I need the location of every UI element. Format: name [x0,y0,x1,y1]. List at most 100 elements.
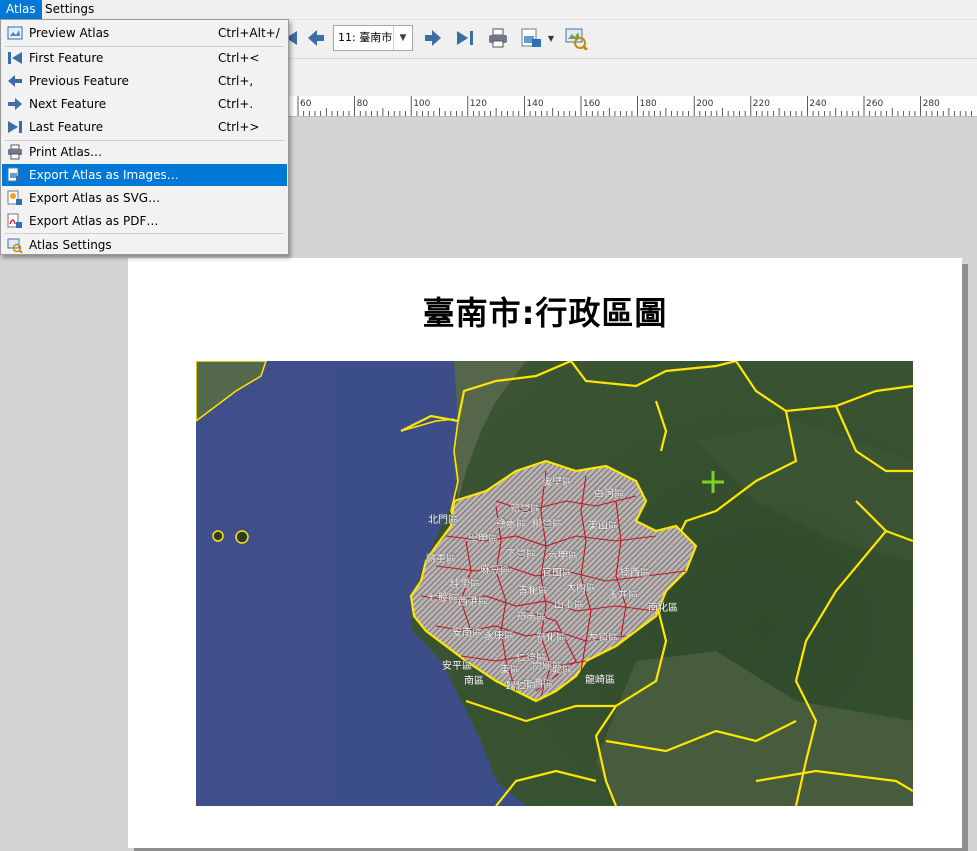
menu-item-previous-feature[interactable]: Previous Feature Ctrl+, [2,70,287,92]
print-atlas-button[interactable] [485,25,511,51]
menu-item-export-svg[interactable]: Export Atlas as SVG… [2,187,287,209]
menu-item-preview-atlas[interactable]: Preview Atlas Ctrl+Alt+/ [2,22,287,44]
district-label: 下營區 [506,547,536,560]
menu-item-label: Export Atlas as Images… [29,168,179,182]
district-label: 山上區 [554,599,584,611]
menu-item-next-feature[interactable]: Next Feature Ctrl+. [2,93,287,115]
menu-item-label: Export Atlas as SVG… [29,191,161,205]
atlas-settings-icon [7,238,23,253]
district-label: 新化區 [536,631,566,644]
menu-item-label: Export Atlas as PDF… [29,214,159,228]
atlas-menu: Preview Atlas Ctrl+Alt+/ First Feature C… [0,19,289,255]
ruler-label: 260 [866,99,883,109]
menu-bar: Atlas Settings [0,0,977,20]
district-label: 七股區 [428,592,458,604]
first-feature-icon [8,52,22,64]
ruler-label: 200 [696,99,713,109]
menu-item-label: Atlas Settings [29,238,112,252]
district-label: 東區 [500,663,520,676]
district-label: 歸仁區 [506,679,536,692]
page-title[interactable]: 臺南市:行政區圖 [128,288,962,334]
menu-item-atlas-settings[interactable]: Atlas Settings [2,234,287,256]
feature-combo-value: 11: 臺南市 [338,31,393,44]
district-label: 龍崎區 [585,673,615,686]
export-images-icon [521,28,541,47]
menu-item-shortcut: Ctrl+. [218,97,254,111]
district-label: 玉井區 [608,588,638,601]
district-label: 麻豆區 [480,563,510,576]
menu-item-label: Print Atlas… [29,145,103,159]
menu-settings[interactable]: Settings [39,0,100,19]
menu-item-shortcut: Ctrl+> [218,120,260,134]
next-feature-icon [8,98,22,110]
district-label: 東山區 [588,519,618,532]
district-label: 六甲區 [548,550,578,562]
ruler-label: 100 [413,99,430,109]
menu-item-last-feature[interactable]: Last Feature Ctrl+> [2,116,287,138]
export-images-icon [7,167,22,182]
caret-down-icon: ▼ [547,33,555,43]
ruler-label: 160 [583,99,600,109]
district-label: 仁德區 [516,651,546,664]
preview-atlas-icon [7,26,23,40]
menu-item-shortcut: Ctrl+, [218,74,254,88]
ruler-label: 60 [300,99,312,109]
previous-feature-icon [8,75,22,87]
district-label: 楠西區 [620,566,650,579]
menu-item-label: Last Feature [29,120,104,134]
district-label: 北門區 [428,514,458,526]
district-label: 大內區 [566,581,596,594]
district-label: 新營區 [510,502,540,515]
menu-item-label: Previous Feature [29,74,129,88]
last-feature-button[interactable] [452,25,478,51]
previous-feature-icon [308,30,324,46]
atlas-settings-button[interactable] [563,25,589,51]
district-label: 柳營區 [532,517,562,530]
district-label: 善化區 [518,584,548,597]
menu-item-export-pdf[interactable]: Export Atlas as PDF… [2,210,287,232]
layout-page[interactable]: 臺南市:行政區圖 後壁區 白河區 新營區 北門區 鹽水區 柳營區 東山區 學甲區… [128,258,962,848]
district-label: 新市區 [516,610,546,623]
ruler-label: 280 [923,99,940,109]
district-label: 西港區 [458,596,488,608]
satellite-map: 後壁區白河區新營區北門區 鹽水區 柳營區 東山區學甲區下營區 六甲區 將軍區麻豆區 官田區 楠… [196,361,913,806]
district-label: 官田區 [542,566,572,579]
ruler-label: 240 [809,99,826,109]
menu-item-label: Preview Atlas [29,26,110,40]
export-svg-icon [7,190,22,205]
map-item[interactable]: 後壁區 白河區 新營區 北門區 鹽水區 柳營區 東山區 學甲區 下營區 六甲區 將軍區 麻豆區 官田區 楠… [196,361,913,806]
menu-item-first-feature[interactable]: First Feature Ctrl+< [2,47,287,69]
menu-item-label: Next Feature [29,97,107,111]
export-atlas-button[interactable] [518,25,544,51]
menu-item-shortcut: Ctrl+< [218,51,260,65]
ruler-label: 140 [526,99,543,109]
previous-feature-button[interactable] [303,25,329,51]
feature-combo[interactable]: 11: 臺南市 ▼ [333,25,413,51]
last-feature-icon [457,31,473,45]
district-label: 永康區 [484,629,514,642]
district-label: 安南區 [452,626,482,639]
print-icon [489,28,507,48]
print-icon [8,144,22,160]
chevron-down-icon[interactable]: ▼ [393,26,412,50]
menu-item-export-images[interactable]: Export Atlas as Images… [2,164,287,186]
district-label: 南區 [464,674,484,687]
ruler-label: 220 [753,99,770,109]
menu-atlas[interactable]: Atlas [0,0,42,19]
menu-item-shortcut: Ctrl+Alt+/ [218,26,280,40]
ruler-label: 180 [640,99,657,109]
district-label: 安平區 [442,659,472,672]
district-label: 佳里區 [450,577,480,590]
district-label: 左鎮區 [588,631,618,644]
district-label: 鹽水區 [496,517,526,530]
next-feature-button[interactable] [420,25,446,51]
export-pdf-icon [7,213,22,228]
menu-item-label: First Feature [29,51,104,65]
ruler-label: 80 [357,99,369,109]
district-label: 白河區 [594,487,624,500]
district-label: 後壁區 [542,475,572,488]
district-label: 將軍區 [426,552,456,565]
export-dropdown[interactable]: ▼ [544,25,558,51]
menu-item-print-atlas[interactable]: Print Atlas… [2,141,287,163]
last-feature-icon [8,121,22,133]
